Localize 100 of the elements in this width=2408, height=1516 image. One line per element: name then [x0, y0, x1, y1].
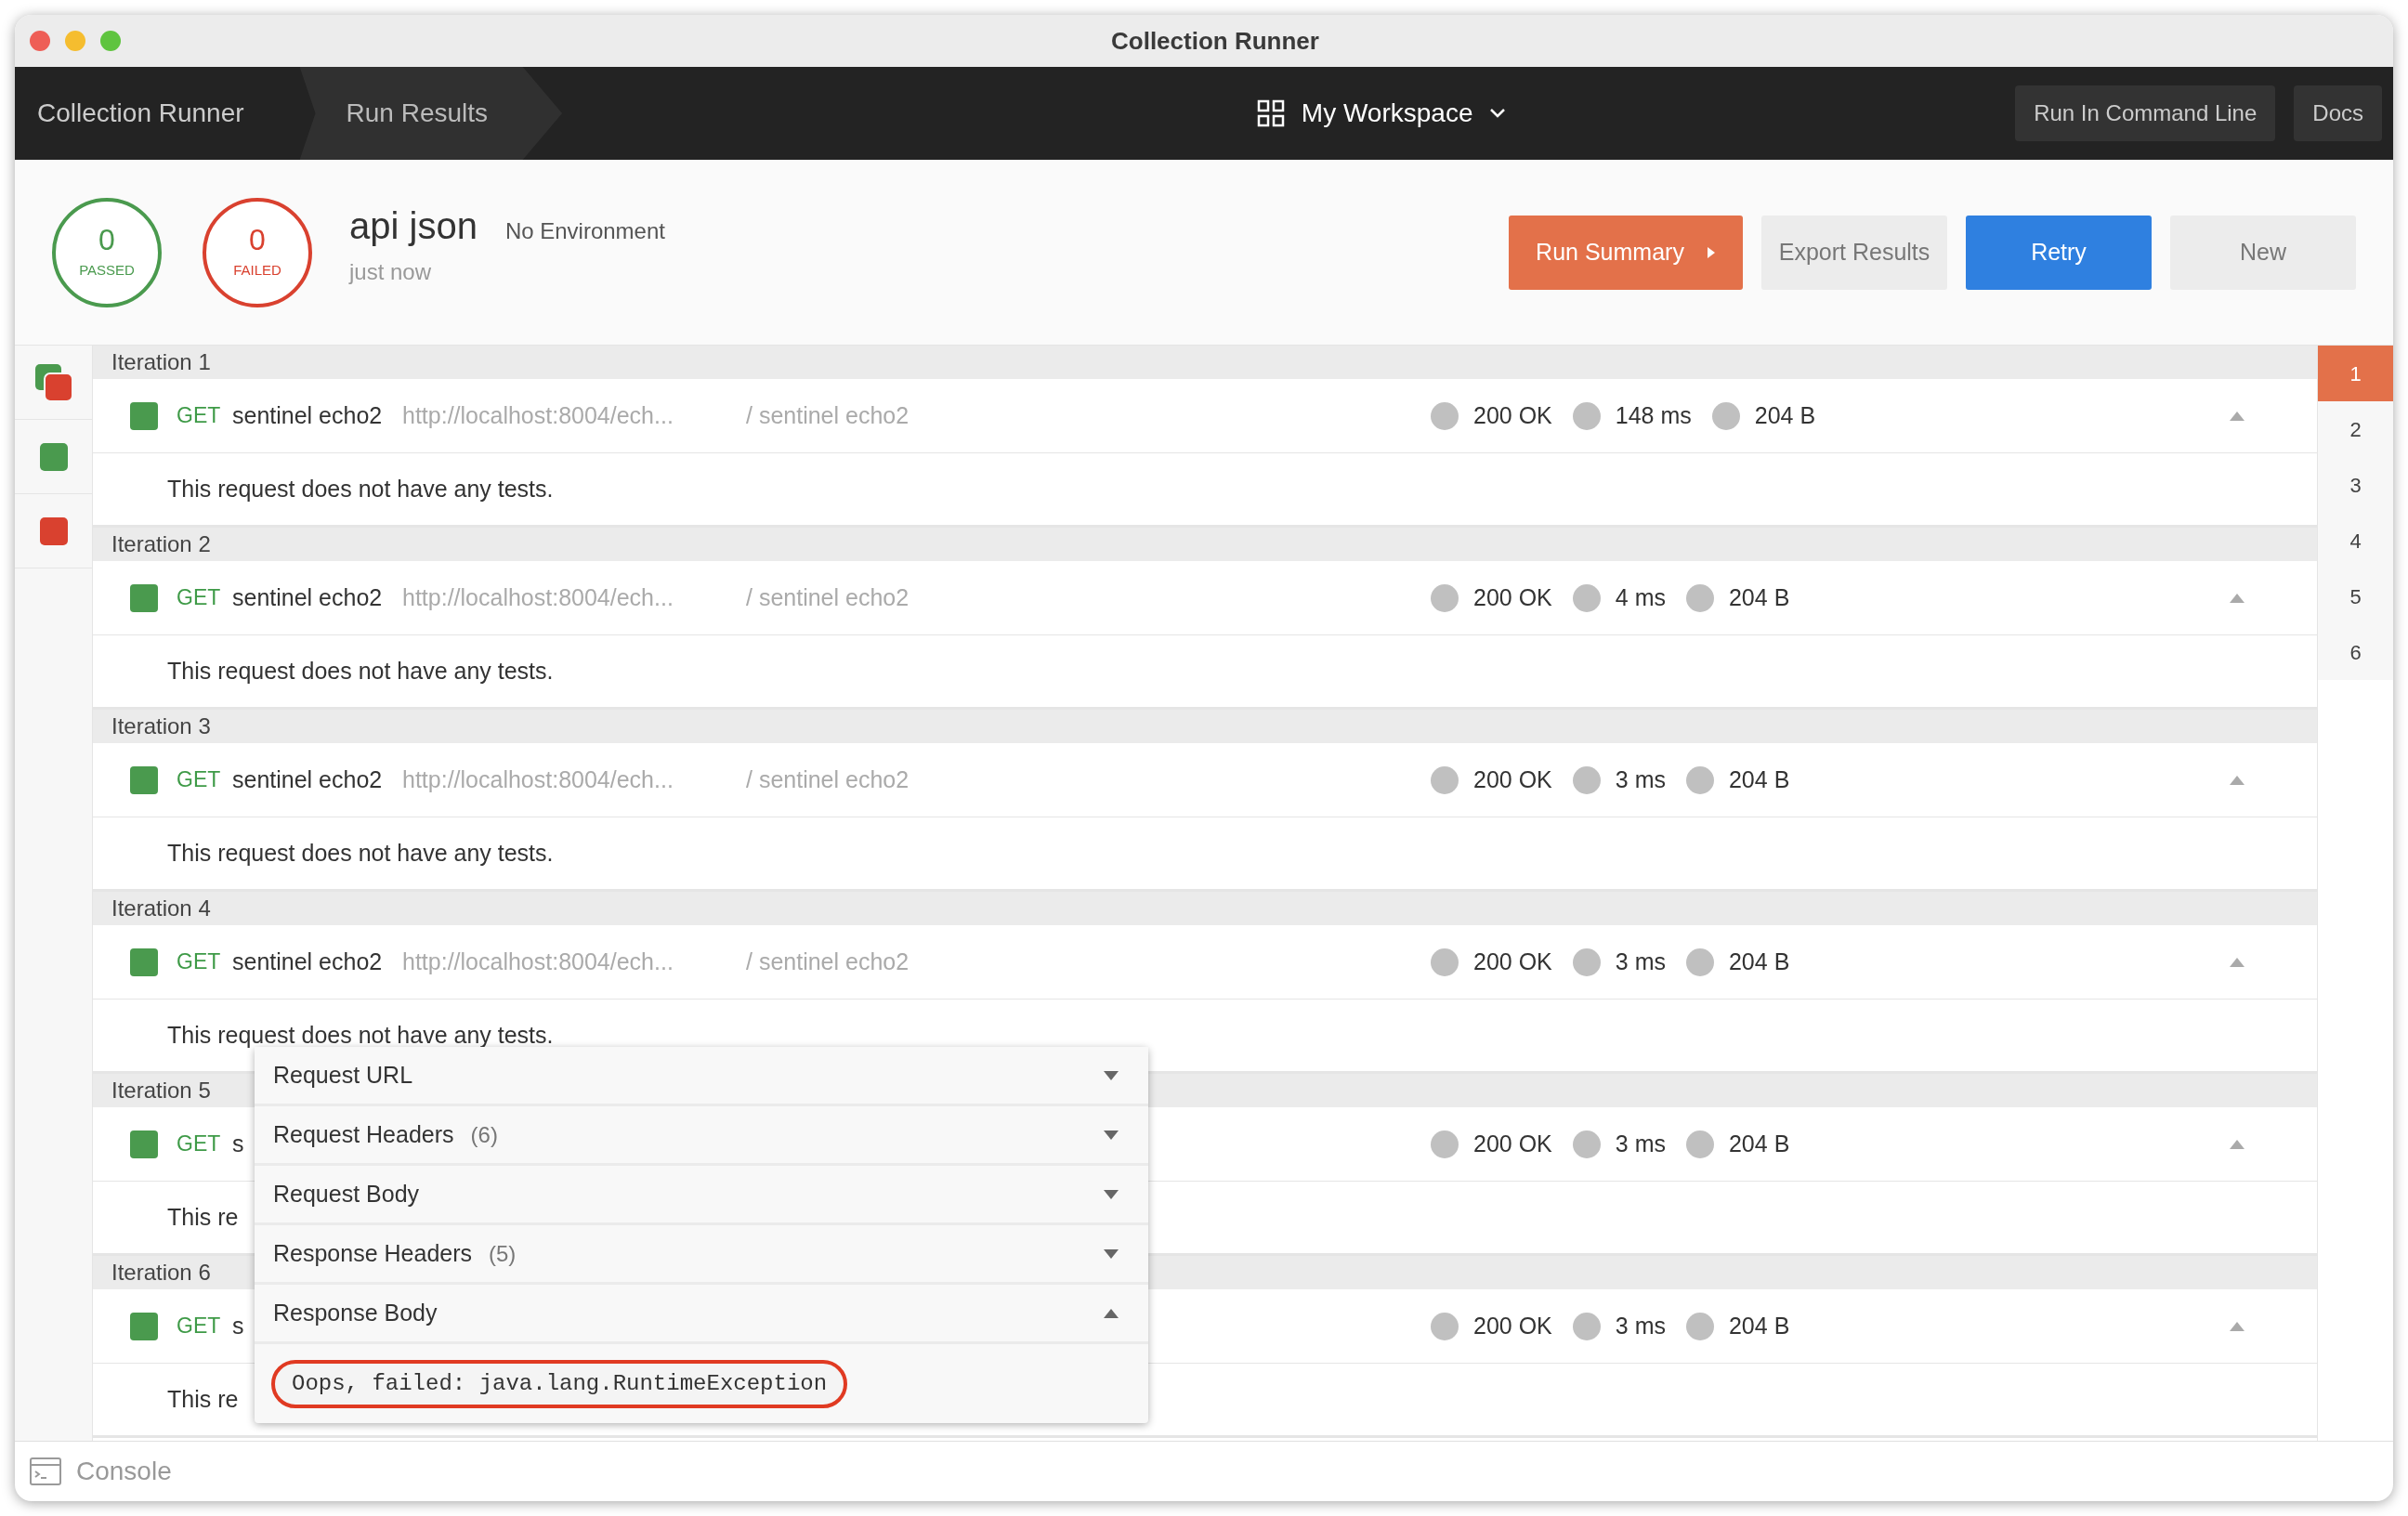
status-dot-icon — [1711, 401, 1740, 430]
nav-tab[interactable]: Run Results — [299, 67, 563, 160]
request-name: sentinel echo2 — [232, 400, 383, 430]
iteration-page[interactable]: 3 — [2318, 457, 2393, 513]
close-button[interactable] — [30, 31, 50, 51]
status-dot-icon — [1431, 401, 1459, 430]
status-dot-icon — [1685, 583, 1714, 612]
response-stat: 200 OK — [1473, 947, 1552, 976]
caret-down-icon — [1104, 1189, 1119, 1199]
request-method: GET — [177, 948, 222, 976]
status-dot-icon — [1431, 1312, 1459, 1340]
mixed-status-icon — [33, 362, 73, 402]
response-stat: 3 ms — [1615, 1311, 1666, 1340]
status-dot-icon — [1685, 948, 1714, 976]
caret-up-icon — [2230, 957, 2244, 967]
result-counter: 0 FAILED — [203, 197, 312, 307]
response-stat: 204 B — [1728, 765, 1790, 794]
request-method: GET — [177, 402, 222, 430]
run-time: just now — [349, 257, 433, 286]
status-dot-icon — [1572, 948, 1601, 976]
caret-down-icon — [1104, 1130, 1119, 1140]
section-title: Request Headers — [273, 1119, 454, 1149]
request-url: http://localhost:8004/ech... — [402, 582, 674, 612]
iteration-page[interactable]: 2 — [2318, 401, 2393, 457]
failed-status-icon — [39, 516, 68, 545]
request-path: / sentinel echo2 — [746, 765, 910, 794]
tests-message: This request does not have any tests. — [167, 474, 554, 503]
request-name: s — [232, 1129, 244, 1158]
section-count: (6) — [470, 1120, 498, 1149]
response-stat: 200 OK — [1473, 1311, 1552, 1340]
nav-button[interactable]: Docs — [2294, 85, 2382, 141]
section-header[interactable]: Response Body — [255, 1285, 1148, 1344]
console-icon — [30, 1457, 61, 1485]
response-stat: 200 OK — [1473, 1129, 1552, 1158]
environment-label: No Environment — [504, 216, 665, 245]
response-stat: 204 B — [1754, 400, 1816, 430]
caret-up-icon — [2230, 411, 2244, 421]
request-url: http://localhost:8004/ech... — [402, 947, 674, 976]
summary-button[interactable]: New — [2170, 215, 2356, 290]
tests-message: This request does not have any tests. — [167, 656, 554, 686]
request-method: GET — [177, 1130, 222, 1158]
iteration-page[interactable]: 4 — [2318, 513, 2393, 568]
status-dot-icon — [1685, 1312, 1714, 1340]
status-dot-icon — [1685, 1130, 1714, 1158]
section-header[interactable]: Request Headers (6) — [255, 1106, 1148, 1166]
status-dot-icon — [1431, 583, 1459, 612]
status-dot-icon — [1572, 1130, 1601, 1158]
response-stat: 3 ms — [1615, 947, 1666, 976]
response-stat: 204 B — [1728, 582, 1790, 612]
summary-button[interactable]: Retry — [1966, 215, 2152, 290]
request-name: sentinel echo2 — [232, 582, 383, 612]
response-stat: 4 ms — [1615, 582, 1666, 612]
passed-status-icon — [39, 442, 68, 471]
chevron-down-icon — [1489, 108, 1507, 119]
section-header[interactable]: Request Body — [255, 1166, 1148, 1225]
status-dot-icon — [1572, 765, 1601, 794]
response-stat: 200 OK — [1473, 400, 1552, 430]
request-path: / sentinel echo2 — [746, 582, 910, 612]
caret-right-icon — [1706, 245, 1716, 259]
zoom-button[interactable] — [100, 31, 121, 51]
response-stat: 204 B — [1728, 1311, 1790, 1340]
status-dot-icon — [1685, 765, 1714, 794]
iteration-header: Iteration 1 — [93, 346, 2317, 379]
request-method: GET — [177, 766, 222, 794]
section-title: Response Body — [273, 1298, 438, 1327]
workspace-switcher[interactable]: My Workspace — [1256, 94, 1507, 133]
caret-up-icon — [2230, 1321, 2244, 1331]
summary-button[interactable]: Export Results — [1761, 215, 1947, 290]
response-stat: 200 OK — [1473, 582, 1552, 612]
request-method: GET — [177, 1313, 222, 1340]
caret-down-icon — [1104, 1070, 1119, 1080]
tests-message: This request does not have any tests. — [167, 1020, 554, 1050]
request-method: GET — [177, 584, 222, 612]
section-header[interactable]: Response Headers (5) — [255, 1225, 1148, 1285]
request-path: / sentinel echo2 — [746, 400, 910, 430]
grid-icon — [1256, 99, 1285, 127]
iteration-header: Iteration 2 — [93, 528, 2317, 561]
request-name: sentinel echo2 — [232, 765, 383, 794]
response-body-text: Oops, failed: java.lang.RuntimeException — [271, 1359, 848, 1408]
nav-button[interactable]: Run In Command Line — [2015, 85, 2276, 141]
iteration-page[interactable]: 6 — [2318, 624, 2393, 680]
window-title: Collection Runner — [1111, 25, 1319, 57]
caret-down-icon — [1104, 1248, 1119, 1259]
section-header[interactable]: Request URL — [255, 1047, 1148, 1106]
iteration-header: Iteration 4 — [93, 892, 2317, 925]
iteration-header: Iteration 3 — [93, 710, 2317, 743]
caret-up-icon — [2230, 593, 2244, 603]
response-stat: 3 ms — [1615, 1129, 1666, 1158]
request-path: / sentinel echo2 — [746, 947, 910, 976]
request-url: http://localhost:8004/ech... — [402, 400, 674, 430]
caret-up-icon — [1104, 1308, 1119, 1318]
response-stat: 148 ms — [1615, 400, 1692, 430]
request-url: http://localhost:8004/ech... — [402, 765, 674, 794]
iteration-page[interactable]: 5 — [2318, 568, 2393, 624]
tests-message: This re — [167, 1384, 239, 1414]
status-dot-icon — [1572, 1312, 1601, 1340]
result-counter: 0 PASSED — [52, 197, 162, 307]
status-dot-icon — [1572, 583, 1601, 612]
collection-name: api json — [349, 203, 478, 248]
tests-message: This re — [167, 1202, 239, 1232]
